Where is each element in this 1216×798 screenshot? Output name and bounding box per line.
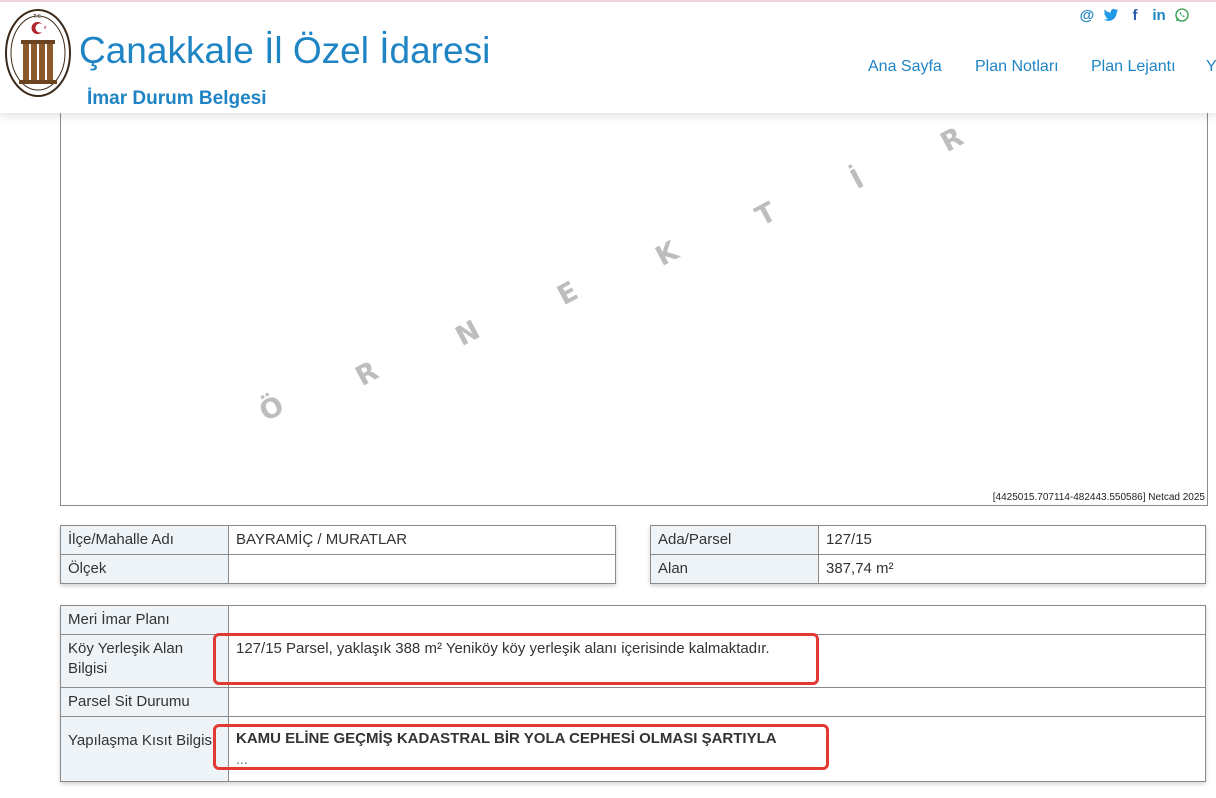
table-row: Parsel Sit Durumu xyxy=(60,687,1206,717)
watermark-letter: R xyxy=(936,121,969,158)
zoning-plan-label: Meri İmar Planı xyxy=(60,605,229,635)
scale-value xyxy=(228,554,616,584)
twitter-icon[interactable] xyxy=(1102,7,1120,25)
table-row: Ölçek xyxy=(60,554,616,584)
nav-home[interactable]: Ana Sayfa xyxy=(868,58,942,76)
nav-plan-legend[interactable]: Plan Lejantı xyxy=(1091,58,1176,76)
watermark-letter: K xyxy=(651,235,685,273)
whatsapp-icon[interactable] xyxy=(1174,7,1192,25)
site-status-value xyxy=(228,687,1206,717)
institution-logo: T.C. xyxy=(5,9,71,97)
table-row: Meri İmar Planı xyxy=(60,605,1206,635)
construction-restriction-more: ... xyxy=(236,751,248,767)
construction-restriction-label: Yapılaşma Kısıt Bilgisi xyxy=(60,716,229,782)
facebook-icon[interactable]: f xyxy=(1126,7,1144,25)
table-row: Ada/Parsel 127/15 xyxy=(650,525,1206,555)
table-row: İlçe/Mahalle Adı BAYRAMİÇ / MURATLAR xyxy=(60,525,616,555)
site-header: T.C. Çanakkale İl Özel İdaresi İmar Duru… xyxy=(0,2,1216,113)
svg-text:T.C.: T.C. xyxy=(32,14,43,20)
construction-restriction-cell: KAMU ELİNE GEÇMİŞ KADASTRAL BİR YOLA CEP… xyxy=(228,716,1206,782)
watermark-layer: Ö R N E K T İ R xyxy=(253,121,969,428)
watermark-letter: E xyxy=(552,276,583,312)
zoning-info-table: Meri İmar Planı Köy Yerleşik Alan Bilgis… xyxy=(60,605,1206,782)
zoning-plan-value xyxy=(228,605,1206,635)
parcel-label: Ada/Parsel xyxy=(650,525,819,555)
watermark-letter: Ö xyxy=(253,388,289,428)
village-settlement-value: 127/15 Parsel, yaklaşık 388 m² Yeniköy k… xyxy=(228,634,1206,688)
watermark-letter: İ xyxy=(845,163,869,196)
scale-label: Ölçek xyxy=(60,554,229,584)
watermark-letter: T xyxy=(751,196,782,232)
page-subtitle: İmar Durum Belgesi xyxy=(87,88,267,109)
village-settlement-label: Köy Yerleşik Alan Bilgisi xyxy=(60,634,229,688)
map-coordinates: [4425015.707114-482443.550586] Netcad 20… xyxy=(992,492,1205,503)
social-links: @ f in xyxy=(1078,7,1192,25)
construction-restriction-value: KAMU ELİNE GEÇMİŞ KADASTRAL BİR YOLA CEP… xyxy=(236,730,777,747)
linkedin-icon[interactable]: in xyxy=(1150,7,1168,25)
nav-item-truncated[interactable]: Y xyxy=(1206,58,1216,76)
table-row: Yapılaşma Kısıt Bilgisi KAMU ELİNE GEÇMİ… xyxy=(60,716,1206,782)
area-value: 387,74 m² xyxy=(818,554,1206,584)
watermark-letter: N xyxy=(451,315,486,353)
parcel-table: Ada/Parsel 127/15 Alan 387,74 m² xyxy=(650,525,1206,584)
table-row: Alan 387,74 m² xyxy=(650,554,1206,584)
parcel-value: 127/15 xyxy=(818,525,1206,555)
area-label: Alan xyxy=(650,554,819,584)
district-label: İlçe/Mahalle Adı xyxy=(60,525,229,555)
location-table: İlçe/Mahalle Adı BAYRAMİÇ / MURATLAR Ölç… xyxy=(60,525,616,584)
nav-plan-notes[interactable]: Plan Notları xyxy=(975,58,1059,76)
watermark-letter: R xyxy=(351,355,384,392)
main-nav: Ana Sayfa Plan Notları Plan Lejantı Y xyxy=(0,58,1216,82)
district-value: BAYRAMİÇ / MURATLAR xyxy=(228,525,616,555)
table-row: Köy Yerleşik Alan Bilgisi 127/15 Parsel,… xyxy=(60,634,1206,688)
site-status-label: Parsel Sit Durumu xyxy=(60,687,229,717)
map-viewer[interactable]: Ö R N E K T İ R [4425015.707114-482443.5… xyxy=(60,113,1208,506)
email-icon[interactable]: @ xyxy=(1078,7,1096,25)
